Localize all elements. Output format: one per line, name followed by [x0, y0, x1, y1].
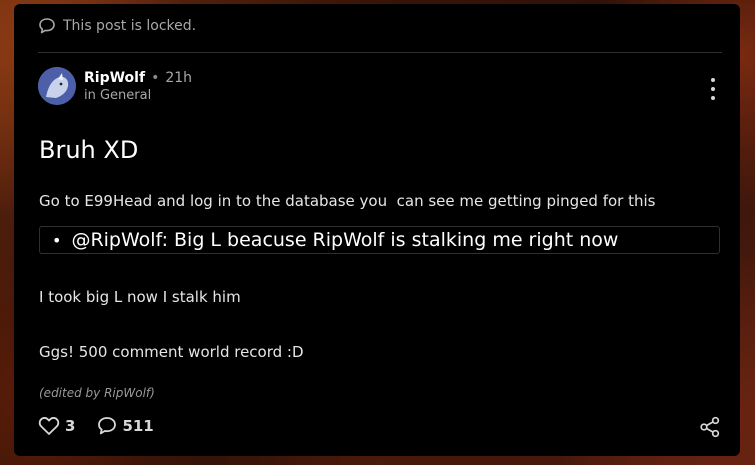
avatar[interactable]	[38, 67, 76, 105]
post-paragraph-3: Ggs! 500 comment world record :D	[39, 343, 304, 361]
comment-button[interactable]: 511	[97, 416, 154, 436]
post-time: 21h	[165, 69, 193, 86]
divider	[38, 52, 722, 53]
comment-icon	[97, 416, 117, 436]
meta-separator: •	[151, 69, 160, 86]
post-title: Bruh XD	[39, 136, 139, 164]
edited-note: (edited by RipWolf)	[39, 386, 155, 400]
author-meta: RipWolf • 21h in General	[84, 70, 192, 103]
author-row: RipWolf • 21h in General	[38, 67, 192, 105]
locked-notice: This post is locked.	[38, 17, 196, 35]
post-actions: 3 511	[38, 416, 154, 436]
author-line: RipWolf • 21h	[84, 70, 192, 87]
locked-text: This post is locked.	[63, 18, 197, 34]
quote-bullet: •	[52, 230, 62, 250]
comment-count: 511	[122, 417, 154, 435]
post-paragraph-1: Go to E99Head and log in to the database…	[39, 192, 656, 210]
kebab-menu-icon[interactable]	[708, 78, 718, 100]
quote-block: • @RipWolf: Big L beacuse RipWolf is sta…	[39, 226, 720, 254]
speech-bubble-icon	[38, 17, 56, 35]
post-card: This post is locked. RipWolf • 21h in Ge…	[14, 4, 740, 456]
like-count: 3	[65, 417, 76, 435]
heart-icon	[38, 416, 60, 436]
quote-text: @RipWolf: Big L beacuse RipWolf is stalk…	[71, 229, 619, 251]
post-paragraph-2: I took big L now I stalk him	[39, 288, 241, 306]
post-category[interactable]: in General	[84, 88, 192, 103]
author-name[interactable]: RipWolf	[84, 70, 145, 87]
like-button[interactable]: 3	[38, 416, 75, 436]
share-icon[interactable]	[699, 416, 721, 442]
